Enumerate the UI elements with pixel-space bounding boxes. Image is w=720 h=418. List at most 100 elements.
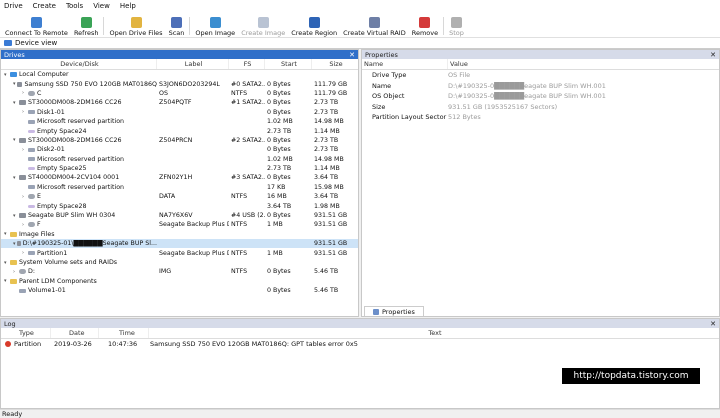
table-row[interactable]: ▾ Samsung SSD 750 EVO 120GB MAT0186Q S3JON… <box>1 79 358 88</box>
table-row[interactable]: ▾ D:\#190325-01\██████Seagate BUP Sl... 93… <box>1 239 358 249</box>
empty-icon <box>28 167 35 171</box>
open-image-button[interactable]: Open Image <box>192 13 238 37</box>
device-cell: Microsoft reserved partition <box>1 118 157 125</box>
column-start[interactable]: Start <box>265 59 312 69</box>
status-bar: Ready <box>0 409 720 418</box>
device-cell: › C <box>1 90 157 97</box>
menu-item-tools[interactable]: Tools <box>66 2 83 10</box>
drives-tree: ▾ Local Computer ▾ Samsung SSD 750 EVO 120G… <box>1 70 358 295</box>
table-row[interactable]: Microsoft reserved partition 1.02 MB 14.98… <box>1 117 358 126</box>
table-row[interactable]: › Disk2-01 0 Bytes 2.73 TB <box>1 145 358 154</box>
table-row[interactable]: ›FSeagate Backup Plus D...NTFS 1 MB 931.51… <box>1 220 358 229</box>
close-icon[interactable]: ✕ <box>710 51 716 59</box>
tab-properties[interactable]: Properties <box>364 306 424 316</box>
device-cell: › Disk1-01 <box>1 109 157 116</box>
toolbar-button-label: Refresh <box>73 29 99 37</box>
log-type: Partition <box>14 340 42 348</box>
property-value: 931.51 GB (1953525167 Sectors) <box>448 102 558 111</box>
table-row[interactable]: ▾ ST4000DM004-2CV104 0001 ZFN02Y1H #3 SATA2… <box>1 173 358 182</box>
table-row[interactable]: ▾ Seagate BUP Slim WH 0304 NA7Y6X6V #4 USB … <box>1 211 358 220</box>
table-row[interactable]: Volume1-01 0 Bytes 5.46 TB <box>1 286 358 295</box>
refresh-button[interactable]: Refresh <box>71 13 102 37</box>
device-cell: ▾ Parent LDM Components <box>1 278 157 285</box>
cell-fs: NTFS <box>231 249 248 257</box>
table-row[interactable]: › Disk1-01 0 Bytes 2.73 TB <box>1 108 358 117</box>
stop-button[interactable]: Stop <box>446 13 467 37</box>
column-device-disk[interactable]: Device/Disk <box>1 59 157 69</box>
device-cell: Empty Space28 <box>1 203 157 210</box>
table-row[interactable]: ▾ System Volume sets and RAIDs <box>1 258 358 267</box>
property-row[interactable]: Name D:\#190325-0██████eagate BUP Slim WH… <box>362 81 719 92</box>
part-icon <box>28 185 35 190</box>
cell-fs: #4 USB (2... <box>231 212 265 220</box>
table-row[interactable]: Microsoft reserved partition 17 KB 15.98 M… <box>1 183 358 192</box>
cell-size: 14.98 MB <box>314 118 344 126</box>
vol-icon <box>28 222 35 228</box>
disk-icon <box>19 100 26 106</box>
column-text[interactable]: Text <box>149 328 719 338</box>
toolbar-separator <box>103 17 105 35</box>
table-row[interactable]: Empty Space28 3.64 TB 1.98 MB <box>1 201 358 210</box>
property-row[interactable]: Size 931.51 GB (1953525167 Sectors) <box>362 102 719 113</box>
table-row[interactable]: ›Partition1Seagate Backup Plus D...NTFS 1… <box>1 248 358 257</box>
cell-label: Z504PQTF <box>159 99 192 107</box>
log-column-header: Type Date Time Text <box>1 328 719 339</box>
log-row[interactable]: Partition 2019-03-26 10:47:36 Samsung SSD 7… <box>1 339 719 349</box>
table-row[interactable]: › E DATA NTFS 16 MB 3.64 TB <box>1 192 358 201</box>
device-name: ST3000DM008-2DM166 CC26 <box>28 136 122 144</box>
close-icon[interactable]: ✕ <box>349 51 355 59</box>
remove-button[interactable]: Remove <box>409 13 441 37</box>
cell-start: 0 Bytes <box>267 287 291 295</box>
device-name: ST4000DM004-2CV104 0001 <box>28 174 120 182</box>
cell-size: 2.73 TB <box>314 99 339 107</box>
table-row[interactable]: ▾ ST3000DM008-2DM166 CC26 Z504PRCN #2 SATA2… <box>1 136 358 145</box>
table-row[interactable]: ▾ Parent LDM Components <box>1 277 358 286</box>
cell-size: 2.73 TB <box>314 108 339 116</box>
properties-tab-icon <box>373 308 379 315</box>
empty-icon <box>28 204 35 208</box>
column-value[interactable]: Value <box>448 59 719 69</box>
menu-item-create[interactable]: Create <box>33 2 56 10</box>
error-icon <box>5 341 11 347</box>
device-view-tab[interactable]: Device view <box>0 38 720 49</box>
column-type[interactable]: Type <box>1 328 51 338</box>
column-time[interactable]: Time <box>99 328 149 338</box>
create-region-button[interactable]: Create Region <box>288 13 340 37</box>
column-size[interactable]: Size <box>312 59 358 69</box>
menu-item-help[interactable]: Help <box>120 2 136 10</box>
connect-to-remote-button[interactable]: Connect To Remote <box>2 13 71 37</box>
cell-fs: #1 SATA2... <box>231 99 265 107</box>
table-row[interactable]: ▾ Local Computer <box>1 70 358 79</box>
table-row[interactable]: ▾ Image Files <box>1 230 358 239</box>
table-row[interactable]: Microsoft reserved partition 1.02 MB 14.98… <box>1 155 358 164</box>
create-image-button[interactable]: Create Image <box>238 13 288 37</box>
device-cell: Microsoft reserved partition <box>1 156 157 163</box>
property-row[interactable]: Drive Type OS File <box>362 70 719 81</box>
cell-size: 931.51 GB <box>314 212 348 220</box>
open-drive-files-button[interactable]: Open Drive Files <box>106 13 165 37</box>
create-virtual-raid-button[interactable]: Create Virtual RAID <box>340 13 409 37</box>
device-name: Microsoft reserved partition <box>37 118 125 126</box>
table-row[interactable]: › C OS NTFS 0 Bytes 111.79 GB <box>1 89 358 98</box>
cell-label: Z504PRCN <box>159 136 193 144</box>
device-cell: › D: <box>1 268 157 275</box>
column-fs[interactable]: FS <box>229 59 265 69</box>
column-name[interactable]: Name <box>362 59 448 69</box>
cell-fs: #0 SATA2... <box>231 80 265 88</box>
device-name: Empty Space25 <box>37 165 87 173</box>
table-row[interactable]: Empty Space24 2.73 TB 1.14 MB <box>1 126 358 135</box>
table-row[interactable]: ▾ ST3000DM008-2DM166 CC26 Z504PQTF #1 SATA2… <box>1 98 358 107</box>
device-cell: ▾ Image Files <box>1 231 157 238</box>
scan-button[interactable]: Scan <box>166 13 188 37</box>
table-row[interactable]: › D: IMG NTFS 0 Bytes 5.46 TB <box>1 267 358 276</box>
table-row[interactable]: Empty Space25 2.73 TB 1.14 MB <box>1 164 358 173</box>
column-label[interactable]: Label <box>157 59 229 69</box>
menu-item-drive[interactable]: Drive <box>4 2 23 10</box>
property-row[interactable]: OS Object D:\#190325-0██████eagate BUP Sl… <box>362 91 719 102</box>
close-icon[interactable]: ✕ <box>710 320 716 328</box>
property-row[interactable]: Partition Layout Sector Size512 Bytes <box>362 112 719 123</box>
menu-item-view[interactable]: View <box>93 2 110 10</box>
toolbar-button-label: Create Virtual RAID <box>343 29 406 37</box>
column-date[interactable]: Date <box>51 328 99 338</box>
folder-icon <box>130 17 142 28</box>
